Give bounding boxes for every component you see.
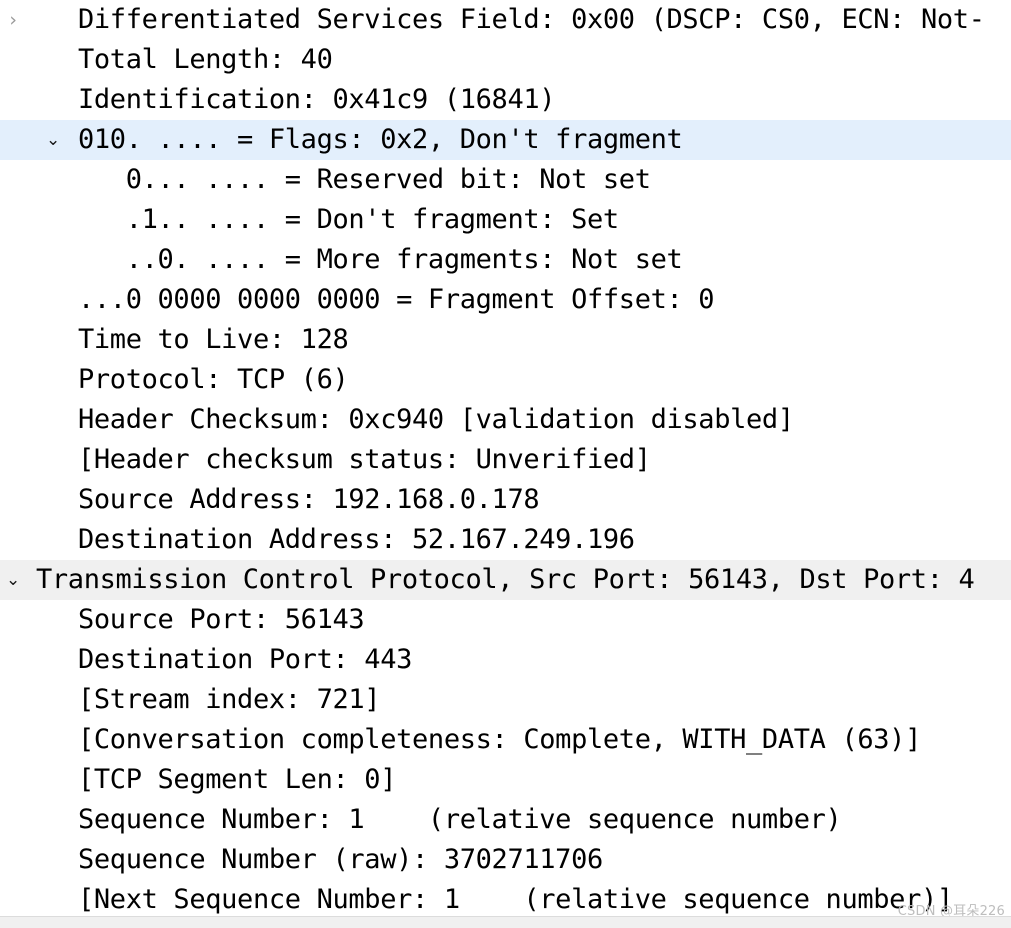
horizontal-scrollbar[interactable] (0, 916, 1011, 928)
tree-row-label: ..0. .... = More fragments: Not set (78, 244, 683, 275)
tree-row-label: [Stream index: 721] (78, 684, 381, 715)
tree-row-destination-port[interactable]: Destination Port: 443 (0, 640, 1011, 680)
tree-row-label: Time to Live: 128 (78, 324, 349, 355)
tree-row-stream-index[interactable]: [Stream index: 721] (0, 680, 1011, 720)
tree-row-tcp-segment-len[interactable]: [TCP Segment Len: 0] (0, 760, 1011, 800)
tree-row-dsfield[interactable]: › Differentiated Services Field: 0x00 (DS… (0, 0, 1011, 40)
tree-row-label: 0... .... = Reserved bit: Not set (78, 164, 651, 195)
tree-row-label: [Next Sequence Number: 1 (relative seque… (78, 884, 953, 915)
tree-row-label: Protocol: TCP (6) (78, 364, 349, 395)
tree-row-label: [Header checksum status: Unverified] (78, 444, 651, 475)
tree-row-time-to-live[interactable]: Time to Live: 128 (0, 320, 1011, 360)
tree-row-destination-address[interactable]: Destination Address: 52.167.249.196 (0, 520, 1011, 560)
tree-row-header-checksum-status[interactable]: [Header checksum status: Unverified] (0, 440, 1011, 480)
tree-row-label: Transmission Control Protocol, Src Port:… (36, 564, 975, 595)
tree-row-label: Identification: 0x41c9 (16841) (78, 84, 556, 115)
tree-row-source-address[interactable]: Source Address: 192.168.0.178 (0, 480, 1011, 520)
tree-row-protocol[interactable]: Protocol: TCP (6) (0, 360, 1011, 400)
packet-tree[interactable]: › Differentiated Services Field: 0x00 (DS… (0, 0, 1011, 916)
tree-row-label: Sequence Number: 1 (relative sequence nu… (78, 804, 842, 835)
tree-row-reserved-bit[interactable]: 0... .... = Reserved bit: Not set (0, 160, 1011, 200)
tree-row-label: [TCP Segment Len: 0] (78, 764, 397, 795)
tree-row-label: Differentiated Services Field: 0x00 (DSC… (78, 4, 985, 35)
tree-row-label: Header Checksum: 0xc940 [validation disa… (78, 404, 794, 435)
tree-row-tcp-protocol[interactable]: ⌄ Transmission Control Protocol, Src Port… (0, 560, 1011, 600)
chevron-down-icon[interactable]: ⌄ (2, 560, 24, 600)
packet-details-pane[interactable]: › Differentiated Services Field: 0x00 (DS… (0, 0, 1011, 916)
tree-row-label: 010. .... = Flags: 0x2, Don't fragment (78, 124, 683, 155)
tree-row-more-fragments[interactable]: ..0. .... = More fragments: Not set (0, 240, 1011, 280)
tree-row-header-checksum[interactable]: Header Checksum: 0xc940 [validation disa… (0, 400, 1011, 440)
csdn-watermark: CSDN @耳朵226 (897, 904, 1005, 916)
tree-row-source-port[interactable]: Source Port: 56143 (0, 600, 1011, 640)
tree-row-fragment-offset[interactable]: ...0 0000 0000 0000 = Fragment Offset: 0 (0, 280, 1011, 320)
tree-row-flags[interactable]: ⌄ 010. .... = Flags: 0x2, Don't fragment (0, 120, 1011, 160)
tree-row-label: Source Port: 56143 (78, 604, 365, 635)
tree-row-next-sequence-number[interactable]: [Next Sequence Number: 1 (relative seque… (0, 880, 1011, 916)
tree-row-label: Total Length: 40 (78, 44, 333, 75)
tree-row-label: [Conversation completeness: Complete, WI… (78, 724, 921, 755)
tree-row-total-length[interactable]: Total Length: 40 (0, 40, 1011, 80)
tree-row-sequence-number-raw[interactable]: Sequence Number (raw): 3702711706 (0, 840, 1011, 880)
chevron-down-icon[interactable]: ⌄ (42, 120, 64, 160)
tree-row-label: Destination Address: 52.167.249.196 (78, 524, 635, 555)
chevron-right-icon[interactable]: › (2, 0, 24, 40)
tree-row-label: Destination Port: 443 (78, 644, 413, 675)
tree-row-label: .1.. .... = Don't fragment: Set (78, 204, 619, 235)
tree-row-label: Source Address: 192.168.0.178 (78, 484, 540, 515)
tree-row-identification[interactable]: Identification: 0x41c9 (16841) (0, 80, 1011, 120)
tree-row-dont-fragment[interactable]: .1.. .... = Don't fragment: Set (0, 200, 1011, 240)
tree-row-sequence-number[interactable]: Sequence Number: 1 (relative sequence nu… (0, 800, 1011, 840)
tree-row-conversation-completeness[interactable]: [Conversation completeness: Complete, WI… (0, 720, 1011, 760)
tree-row-label: ...0 0000 0000 0000 = Fragment Offset: 0 (78, 284, 715, 315)
tree-row-label: Sequence Number (raw): 3702711706 (78, 844, 603, 875)
